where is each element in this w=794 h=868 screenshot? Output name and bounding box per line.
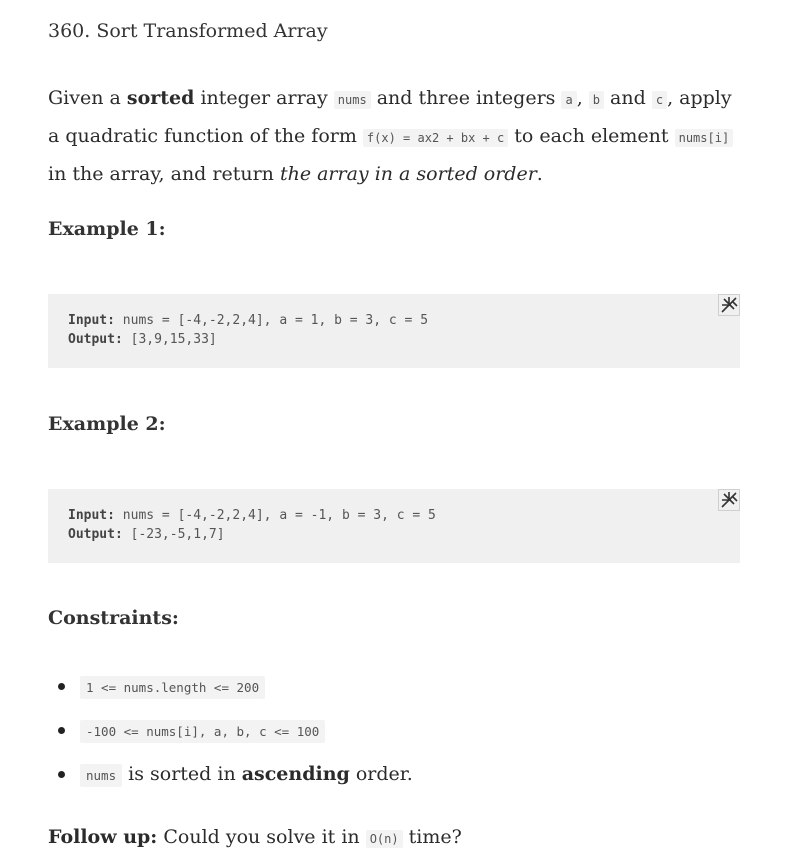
- example-2-heading: Example 2:: [48, 413, 166, 435]
- problem-description: Given a sorted integer array nums and th…: [48, 80, 748, 192]
- desc-text: in the array, and return: [48, 163, 280, 185]
- constraint-code: 1 <= nums.length <= 200: [80, 676, 266, 699]
- desc-text: Given a: [48, 87, 127, 109]
- example-1-code: Input: nums = [-4,-2,2,4], a = 1, b = 3,…: [68, 311, 428, 349]
- constraint-text: order.: [349, 763, 413, 785]
- constraint-bold: ascending: [241, 763, 350, 785]
- desc-sorted-bold: sorted: [126, 87, 195, 109]
- output-label: Output:: [68, 527, 123, 542]
- code-formula-tail: = ax2 + bx + c: [395, 131, 505, 145]
- desc-text: integer array: [194, 87, 334, 109]
- input-label: Input:: [68, 508, 115, 523]
- constraint-text: is sorted in: [122, 763, 242, 785]
- constraints-list: 1 <= nums.length <= 200 -100 <= nums[i],…: [48, 664, 413, 796]
- desc-italic: the array in a sorted order: [279, 163, 537, 185]
- desc-text: .: [536, 163, 543, 185]
- constraint-item: nums is sorted in ascending order.: [48, 752, 413, 796]
- example-1-codeblock: Input: nums = [-4,-2,2,4], a = 1, b = 3,…: [48, 294, 740, 368]
- constraint-item: -100 <= nums[i], a, b, c <= 100: [48, 708, 413, 752]
- example-2-codeblock: Input: nums = [-4,-2,2,4], a = -1, b = 3…: [48, 489, 740, 563]
- code-complexity: O(n): [365, 830, 403, 848]
- example-2-code: Input: nums = [-4,-2,2,4], a = -1, b = 3…: [68, 506, 436, 544]
- constraint-item: 1 <= nums.length <= 200: [48, 664, 413, 708]
- follow-up: Follow up: Could you solve it in O(n) ti…: [48, 826, 462, 848]
- constraints-heading: Constraints:: [48, 607, 179, 629]
- copy-icon[interactable]: [718, 489, 740, 511]
- output-value: [3,9,15,33]: [122, 332, 217, 347]
- desc-text: and three integers: [370, 87, 562, 109]
- code-a: a: [561, 91, 577, 109]
- constraint-code: -100 <= nums[i], a, b, c <= 100: [80, 720, 326, 743]
- follow-up-text: Could you solve it in: [157, 826, 366, 848]
- input-value: nums = [-4,-2,2,4], a = 1, b = 3, c = 5: [114, 313, 429, 328]
- follow-up-text: time?: [402, 826, 462, 848]
- follow-up-label: Follow up:: [48, 826, 158, 848]
- problem-title: 360. Sort Transformed Array: [48, 20, 328, 42]
- code-c: c: [651, 91, 668, 109]
- desc-text: ,: [576, 87, 589, 109]
- desc-text: and: [604, 87, 652, 109]
- code-nums-i: nums[i]: [674, 129, 734, 147]
- code-b: b: [588, 91, 605, 109]
- input-label: Input:: [68, 313, 115, 328]
- input-value: nums = [-4,-2,2,4], a = -1, b = 3, c = 5: [114, 508, 436, 523]
- example-1-heading: Example 1:: [48, 218, 166, 240]
- code-fx: f(x): [366, 131, 396, 145]
- constraint-code: nums: [80, 764, 123, 787]
- output-value: [-23,-5,1,7]: [122, 527, 225, 542]
- copy-icon[interactable]: [718, 294, 740, 316]
- code-formula: f(x) = ax2 + bx + c: [362, 129, 509, 147]
- code-nums: nums: [333, 91, 371, 109]
- output-label: Output:: [68, 332, 123, 347]
- problem-page: 360. Sort Transformed Array Given a sort…: [0, 0, 794, 868]
- desc-text: to each element: [508, 125, 675, 147]
